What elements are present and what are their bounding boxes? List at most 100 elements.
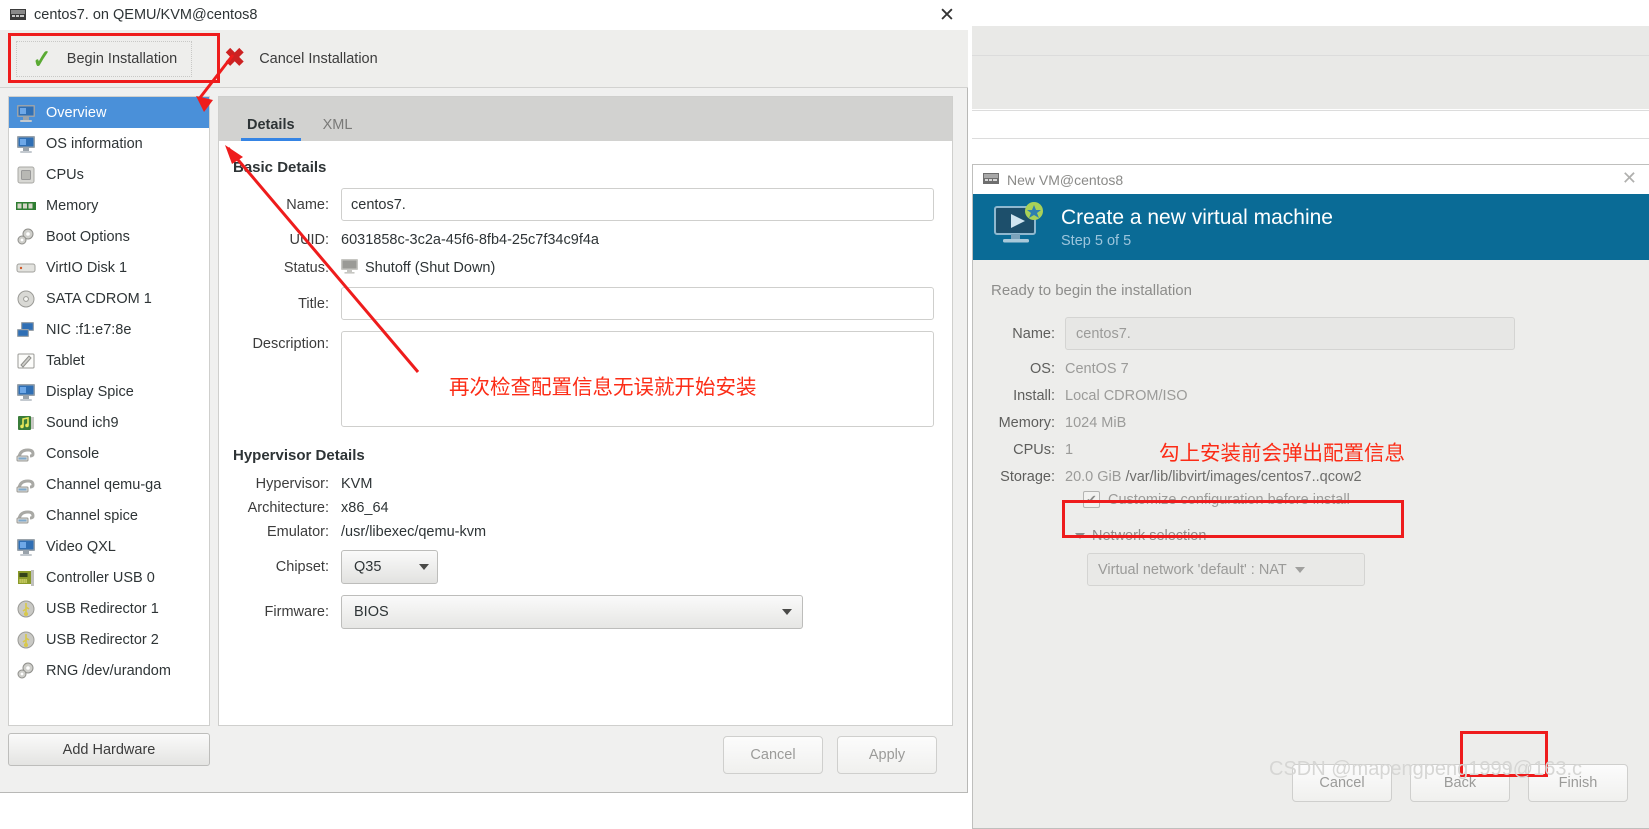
sidebar-item-memory[interactable]: Memory: [9, 190, 209, 221]
sidebar-item-cpus[interactable]: CPUs: [9, 159, 209, 190]
name-label: Name:: [286, 196, 329, 213]
new-vm-install-value: Local CDROM/ISO: [1065, 388, 1188, 404]
begin-installation-button[interactable]: ✓ Begin Installation: [16, 40, 193, 77]
begin-installation-label: Begin Installation: [66, 50, 178, 67]
new-vm-name-label: Name:: [1012, 325, 1055, 342]
sidebar-item-controller-usb-0[interactable]: Controller USB 0: [9, 562, 209, 593]
network-icon: [15, 320, 37, 340]
sidebar-item-label: RNG /dev/urandom: [46, 662, 171, 679]
new-vm-os-row: OS: CentOS 7: [973, 361, 1649, 377]
tab-xml[interactable]: XML: [309, 117, 367, 141]
close-icon[interactable]: ✕: [936, 4, 958, 26]
firmware-dropdown[interactable]: BIOS: [341, 595, 803, 629]
sidebar-item-channel-qemu-ga[interactable]: Channel qemu-ga: [9, 469, 209, 500]
add-hardware-button[interactable]: Add Hardware: [8, 733, 210, 766]
cancel-button[interactable]: Cancel: [723, 736, 823, 774]
sidebar-item-usb-redirector-2[interactable]: USB Redirector 2: [9, 624, 209, 655]
chipset-value: Q35: [354, 559, 382, 575]
sidebar-item-overview[interactable]: Overview: [9, 97, 209, 128]
architecture-value: x86_64: [341, 500, 389, 516]
gears-icon: [15, 661, 37, 681]
sidebar-item-boot-options[interactable]: Boot Options: [9, 221, 209, 252]
sidebar-item-label: Channel qemu-ga: [46, 476, 162, 493]
customize-config-checkbox-row[interactable]: ✔ Customize configuration before install: [973, 491, 1649, 508]
new-vm-os-label: OS:: [1030, 361, 1055, 377]
hypervisor-details-heading: Hypervisor Details: [233, 447, 365, 464]
architecture-label: Architecture:: [247, 500, 329, 516]
new-vm-step: Step 5 of 5: [1061, 232, 1132, 249]
annotation-note-customize: 勾上安装前会弹出配置信息: [1159, 441, 1405, 465]
sidebar-item-label: Channel spice: [46, 507, 138, 524]
usb-icon: [15, 599, 37, 619]
emulator-row: Emulator: /usr/libexec/qemu-kvm: [233, 524, 934, 540]
name-row: Name: centos7.: [233, 188, 934, 221]
new-vm-name-row: Name: centos7.: [973, 317, 1649, 350]
vm-toolbar: ✓ Begin Installation ✖ Cancel Installati…: [0, 30, 968, 88]
vm-icon: [10, 8, 26, 22]
sidebar-item-virtio-disk-1[interactable]: VirtIO Disk 1: [9, 252, 209, 283]
checkmark-icon[interactable]: ✔: [1083, 491, 1100, 508]
sidebar-item-sound-ich9[interactable]: Sound ich9: [9, 407, 209, 438]
sidebar-item-os-information[interactable]: OS information: [9, 128, 209, 159]
sidebar-item-label: OS information: [46, 135, 143, 152]
sidebar-item-nic[interactable]: NIC :f1:e7:8e: [9, 314, 209, 345]
new-vm-storage-row: Storage: 20.0 GiB /var/lib/libvirt/image…: [973, 469, 1649, 485]
add-hardware-label: Add Hardware: [62, 741, 156, 758]
vm-footer: Cancel Apply: [218, 727, 953, 783]
vm-icon: [983, 173, 999, 186]
sidebar-item-label: NIC :f1:e7:8e: [46, 321, 132, 338]
green-check-icon: ✓: [32, 43, 52, 74]
customize-config-label: Customize configuration before install: [1108, 491, 1350, 508]
details-pane: Details XML Basic Details Name: centos7.…: [218, 96, 953, 726]
red-x-icon: ✖: [224, 44, 246, 72]
sidebar-item-label: Tablet: [46, 352, 85, 369]
sidebar-item-tablet[interactable]: Tablet: [9, 345, 209, 376]
firmware-value: BIOS: [354, 604, 389, 620]
network-dropdown[interactable]: Virtual network 'default' : NAT: [1087, 553, 1365, 586]
name-value: centos7.: [351, 196, 406, 213]
chipset-dropdown[interactable]: Q35: [341, 550, 438, 584]
sidebar-item-label: SATA CDROM 1: [46, 290, 152, 307]
sidebar-item-label: Video QXL: [46, 538, 116, 555]
uuid-value: 6031858c-3c2a-45f6-8fb4-25c7f34c9f4a: [341, 232, 599, 248]
sidebar-item-label: VirtIO Disk 1: [46, 259, 128, 276]
sound-note-icon: [15, 413, 37, 433]
new-vm-name-value: centos7.: [1076, 325, 1131, 342]
uuid-label: UUID:: [289, 232, 329, 248]
name-input[interactable]: centos7.: [341, 188, 934, 221]
status-value-wrap: Shutoff (Shut Down): [341, 259, 495, 276]
vm-window-titlebar: centos7. on QEMU/KVM@centos8 ✕: [0, 0, 968, 30]
sidebar-item-rng[interactable]: RNG /dev/urandom: [9, 655, 209, 686]
title-input[interactable]: [341, 287, 934, 320]
screenshot-root: centos7. on QEMU/KVM@centos8 ✕ ✓ Begin I…: [0, 0, 1649, 829]
new-vm-banner: Create a new virtual machine Step 5 of 5: [973, 194, 1649, 260]
emulator-label: Emulator:: [266, 524, 329, 540]
emulator-value: /usr/libexec/qemu-kvm: [341, 524, 487, 540]
sidebar-item-sata-cdrom-1[interactable]: SATA CDROM 1: [9, 283, 209, 314]
caret-down-icon: [419, 564, 429, 570]
new-vm-storage-path: /var/lib/libvirt/images/centos7..qcow2: [1125, 469, 1362, 485]
tab-details[interactable]: Details: [233, 117, 309, 141]
new-vm-name-input[interactable]: centos7.: [1065, 317, 1515, 350]
apply-button[interactable]: Apply: [837, 736, 937, 774]
harddisk-icon: [15, 258, 37, 278]
chipset-row: Chipset: Q35: [233, 550, 934, 584]
hardware-sidebar[interactable]: Overview OS information CPUs Memory Boot…: [8, 96, 210, 726]
status-label: Status:: [283, 259, 329, 276]
caret-down-icon: [782, 609, 792, 615]
network-selection-section: Network selection Virtual network 'defau…: [973, 528, 1649, 586]
sidebar-item-video-qxl[interactable]: Video QXL: [9, 531, 209, 562]
console-plug-icon: [15, 475, 37, 495]
caret-down-icon: [1294, 566, 1305, 573]
hypervisor-label: Hypervisor:: [255, 476, 329, 492]
description-label: Description:: [252, 336, 329, 352]
ready-text: Ready to begin the installation: [991, 282, 1192, 299]
sidebar-item-usb-redirector-1[interactable]: USB Redirector 1: [9, 593, 209, 624]
sidebar-item-display-spice[interactable]: Display Spice: [9, 376, 209, 407]
chipset-label: Chipset:: [275, 559, 329, 575]
cancel-installation-button[interactable]: ✖ Cancel Installation: [210, 41, 391, 77]
sidebar-item-channel-spice[interactable]: Channel spice: [9, 500, 209, 531]
close-icon[interactable]: ✕: [1622, 169, 1637, 187]
sidebar-item-console[interactable]: Console: [9, 438, 209, 469]
network-selection-expander[interactable]: Network selection: [1075, 528, 1649, 544]
